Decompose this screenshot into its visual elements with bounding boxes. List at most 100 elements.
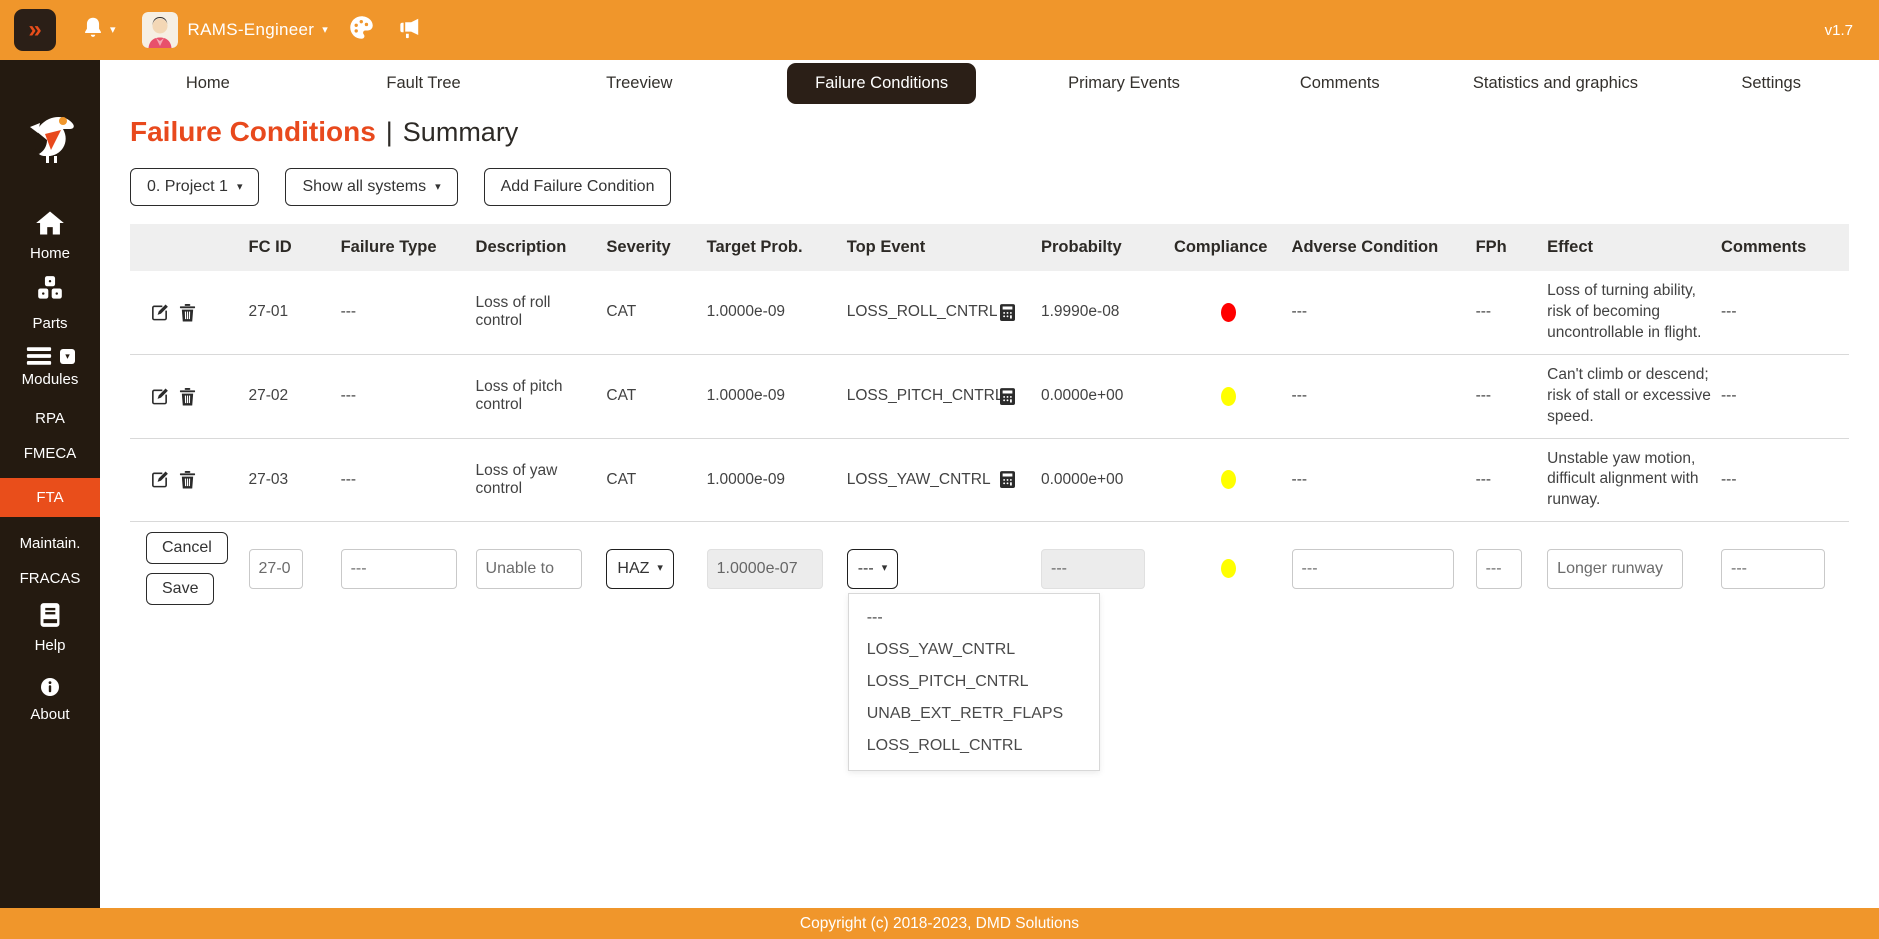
footer: Copyright (c) 2018-2023, DMD Solutions [0, 908, 1879, 939]
user-menu[interactable]: RAMS-Engineer ▾ [188, 20, 329, 40]
description-input[interactable] [476, 549, 582, 589]
cell-description: Loss of roll control [472, 271, 603, 354]
modules-dropdown-icon[interactable]: ▾ [60, 349, 75, 364]
app-version-label: v1.7 [1825, 22, 1853, 39]
sidebar-item-label: Help [35, 637, 66, 654]
fc-id-input[interactable] [249, 549, 303, 589]
notifications-button[interactable]: ▾ [80, 15, 116, 46]
header-fph: FPh [1472, 224, 1544, 271]
sidebar-item-fracas[interactable]: FRACAS [0, 570, 100, 587]
header-severity: Severity [602, 224, 702, 271]
top-event-select[interactable]: --- ▾ [847, 549, 899, 589]
top-bar: » ▾ RAMS-Engineer ▾ v1.7 [0, 0, 1879, 60]
header-actions [130, 224, 245, 271]
header-compliance: Compliance [1170, 224, 1288, 271]
header-probability: Probabilty [1037, 224, 1170, 271]
cell-fph: --- [1472, 271, 1544, 354]
systems-filter-select[interactable]: Show all systems ▾ [285, 168, 457, 206]
user-name-label: RAMS-Engineer [188, 20, 315, 40]
failure-conditions-table: FC ID Failure Type Description Severity … [130, 224, 1849, 615]
adverse-condition-input[interactable] [1292, 549, 1454, 589]
sidebar-item-fmeca[interactable]: FMECA [0, 445, 100, 462]
cell-adverse-condition: --- [1288, 271, 1472, 354]
severity-select[interactable]: HAZ ▾ [606, 549, 674, 589]
cancel-button[interactable]: Cancel [146, 532, 228, 564]
cell-severity: CAT [602, 354, 702, 438]
table-row: 27-02 --- Loss of pitch control CAT 1.00… [130, 354, 1849, 438]
edit-row-button[interactable] [150, 470, 169, 489]
tab-comments[interactable]: Comments [1232, 65, 1448, 102]
edit-row-button[interactable] [150, 303, 169, 322]
cell-comments: --- [1717, 438, 1849, 522]
edit-row-button[interactable] [150, 387, 169, 406]
delete-row-button[interactable] [179, 387, 196, 406]
announcements-button[interactable] [395, 15, 423, 46]
top-event-option[interactable]: UNAB_EXT_RETR_FLAPS [849, 698, 1099, 730]
cell-comments: --- [1717, 271, 1849, 354]
failure-type-input[interactable] [341, 549, 457, 589]
cell-effect: Loss of turning ability, risk of becomin… [1543, 271, 1717, 354]
calculator-icon[interactable] [1000, 388, 1033, 405]
compliance-status-dot [1221, 470, 1236, 489]
top-event-option[interactable]: LOSS_YAW_CNTRL [849, 634, 1099, 666]
user-avatar[interactable] [142, 12, 178, 48]
cell-description: Loss of pitch control [472, 354, 603, 438]
project-select[interactable]: 0. Project 1 ▾ [130, 168, 259, 206]
fph-input[interactable] [1476, 549, 1522, 589]
sidebar-item-help[interactable]: Help [0, 602, 100, 654]
header-top-event: Top Event [843, 224, 996, 271]
sidebar-collapse-button[interactable]: » [14, 9, 56, 51]
table-header: FC ID Failure Type Description Severity … [130, 224, 1849, 271]
sidebar-item-rpa[interactable]: RPA [0, 410, 100, 427]
sidebar-item-parts[interactable]: Parts [0, 275, 100, 332]
cell-probability: 0.0000e+00 [1037, 438, 1170, 522]
theme-palette-button[interactable] [348, 14, 375, 46]
page-subtitle: Summary [403, 117, 519, 148]
tab-treeview[interactable]: Treeview [531, 65, 747, 102]
sidebar-item-about[interactable]: About [0, 677, 100, 723]
compliance-status-dot [1221, 303, 1236, 322]
sidebar-item-label: Modules [22, 371, 79, 388]
sidebar-item-maintain[interactable]: Maintain. [0, 535, 100, 552]
cell-target-prob: 1.0000e-09 [703, 354, 843, 438]
tab-fault-tree[interactable]: Fault Tree [316, 65, 532, 102]
tab-primary-events[interactable]: Primary Events [1016, 65, 1232, 102]
caret-down-icon: ▾ [237, 182, 243, 193]
app-logo-bird-icon [18, 100, 82, 166]
compliance-status-dot [1221, 559, 1236, 578]
tab-home[interactable]: Home [100, 65, 316, 102]
cell-fc-id: 27-03 [245, 438, 337, 522]
sidebar-item-label: Home [30, 245, 70, 262]
sidebar-item-home[interactable]: Home [0, 210, 100, 262]
top-event-option[interactable]: LOSS_PITCH_CNTRL [849, 666, 1099, 698]
sidebar-item-fta[interactable]: FTA [0, 478, 100, 517]
caret-down-icon: ▾ [322, 25, 328, 36]
calculator-icon[interactable] [1000, 304, 1033, 321]
tab-settings[interactable]: Settings [1663, 65, 1879, 102]
calculator-icon[interactable] [1000, 471, 1033, 488]
compliance-status-dot [1221, 387, 1236, 406]
top-event-option[interactable]: --- [849, 602, 1099, 634]
project-select-value: 0. Project 1 [147, 178, 228, 196]
probability-input [1041, 549, 1145, 589]
sidebar-item-label: FTA [36, 489, 63, 506]
cell-adverse-condition: --- [1288, 438, 1472, 522]
sidebar-item-label: Parts [32, 315, 67, 332]
home-icon [35, 210, 65, 241]
sidebar-item-modules[interactable]: ▾ Modules [0, 345, 100, 388]
effect-input[interactable] [1547, 549, 1683, 589]
delete-row-button[interactable] [179, 303, 196, 322]
parts-cubes-icon [35, 275, 65, 307]
save-button[interactable]: Save [146, 573, 214, 605]
cell-target-prob: 1.0000e-09 [703, 438, 843, 522]
top-event-option[interactable]: LOSS_ROLL_CNTRL [849, 730, 1099, 762]
header-adverse-condition: Adverse Condition [1288, 224, 1472, 271]
comments-input[interactable] [1721, 549, 1825, 589]
cell-failure-type: --- [337, 271, 472, 354]
delete-row-button[interactable] [179, 470, 196, 489]
tab-failure-conditions[interactable]: Failure Conditions [787, 63, 976, 104]
add-failure-condition-button[interactable]: Add Failure Condition [484, 168, 672, 206]
add-failure-condition-label: Add Failure Condition [501, 178, 655, 196]
tab-statistics-and-graphics[interactable]: Statistics and graphics [1448, 65, 1664, 102]
page-title: Failure Conditions [130, 116, 376, 148]
